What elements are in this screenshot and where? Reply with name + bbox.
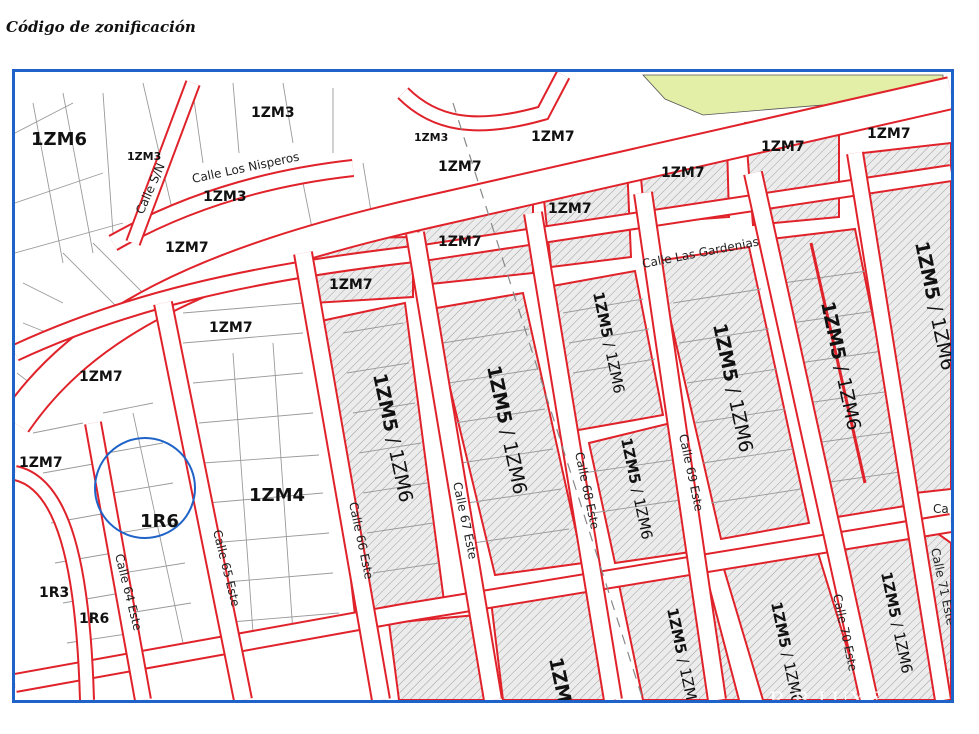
zoning-map[interactable]: Calle Los Nisperos Calle S/N Calle Las G… — [12, 69, 954, 703]
zone-label: 1R3 — [39, 585, 69, 601]
watermark: R B LUXE — [769, 688, 882, 700]
zone-label: 1ZM7 — [438, 159, 482, 175]
zone-label: 1ZM3 — [127, 150, 161, 163]
zone-label: 1ZM7 — [867, 126, 911, 142]
zone-label: 1ZM7 — [209, 320, 253, 336]
zone-label: 1ZM3 — [414, 131, 448, 144]
zoning-map-canvas: Calle Los Nisperos Calle S/N Calle Las G… — [15, 72, 951, 700]
zone-label: 1ZM7 — [531, 129, 575, 145]
zone-label: 1ZM7 — [19, 455, 63, 471]
map-title: Código de zonificación — [6, 18, 196, 36]
zone-label: 1ZM6 — [31, 129, 87, 150]
zone-label: 1ZM7 — [661, 165, 705, 181]
zone-label: 1ZM7 — [438, 234, 482, 250]
zone-label: 1ZM7 — [79, 369, 123, 385]
zone-label: 1ZM7 — [761, 139, 805, 155]
zone-label-zm4: 1ZM4 — [249, 485, 305, 506]
zone-label: 1ZM3 — [203, 189, 247, 205]
zone-label: 1ZM7 — [548, 201, 592, 217]
zone-label-r6-highlighted: 1R6 — [140, 511, 179, 532]
street-label-calle-partial: Ca — [933, 502, 949, 516]
zone-label: 1ZM7 — [329, 277, 373, 293]
zone-label: 1ZM3 — [251, 105, 295, 121]
zone-label: 1ZM7 — [165, 240, 209, 256]
zone-label: 1R6 — [79, 611, 109, 627]
